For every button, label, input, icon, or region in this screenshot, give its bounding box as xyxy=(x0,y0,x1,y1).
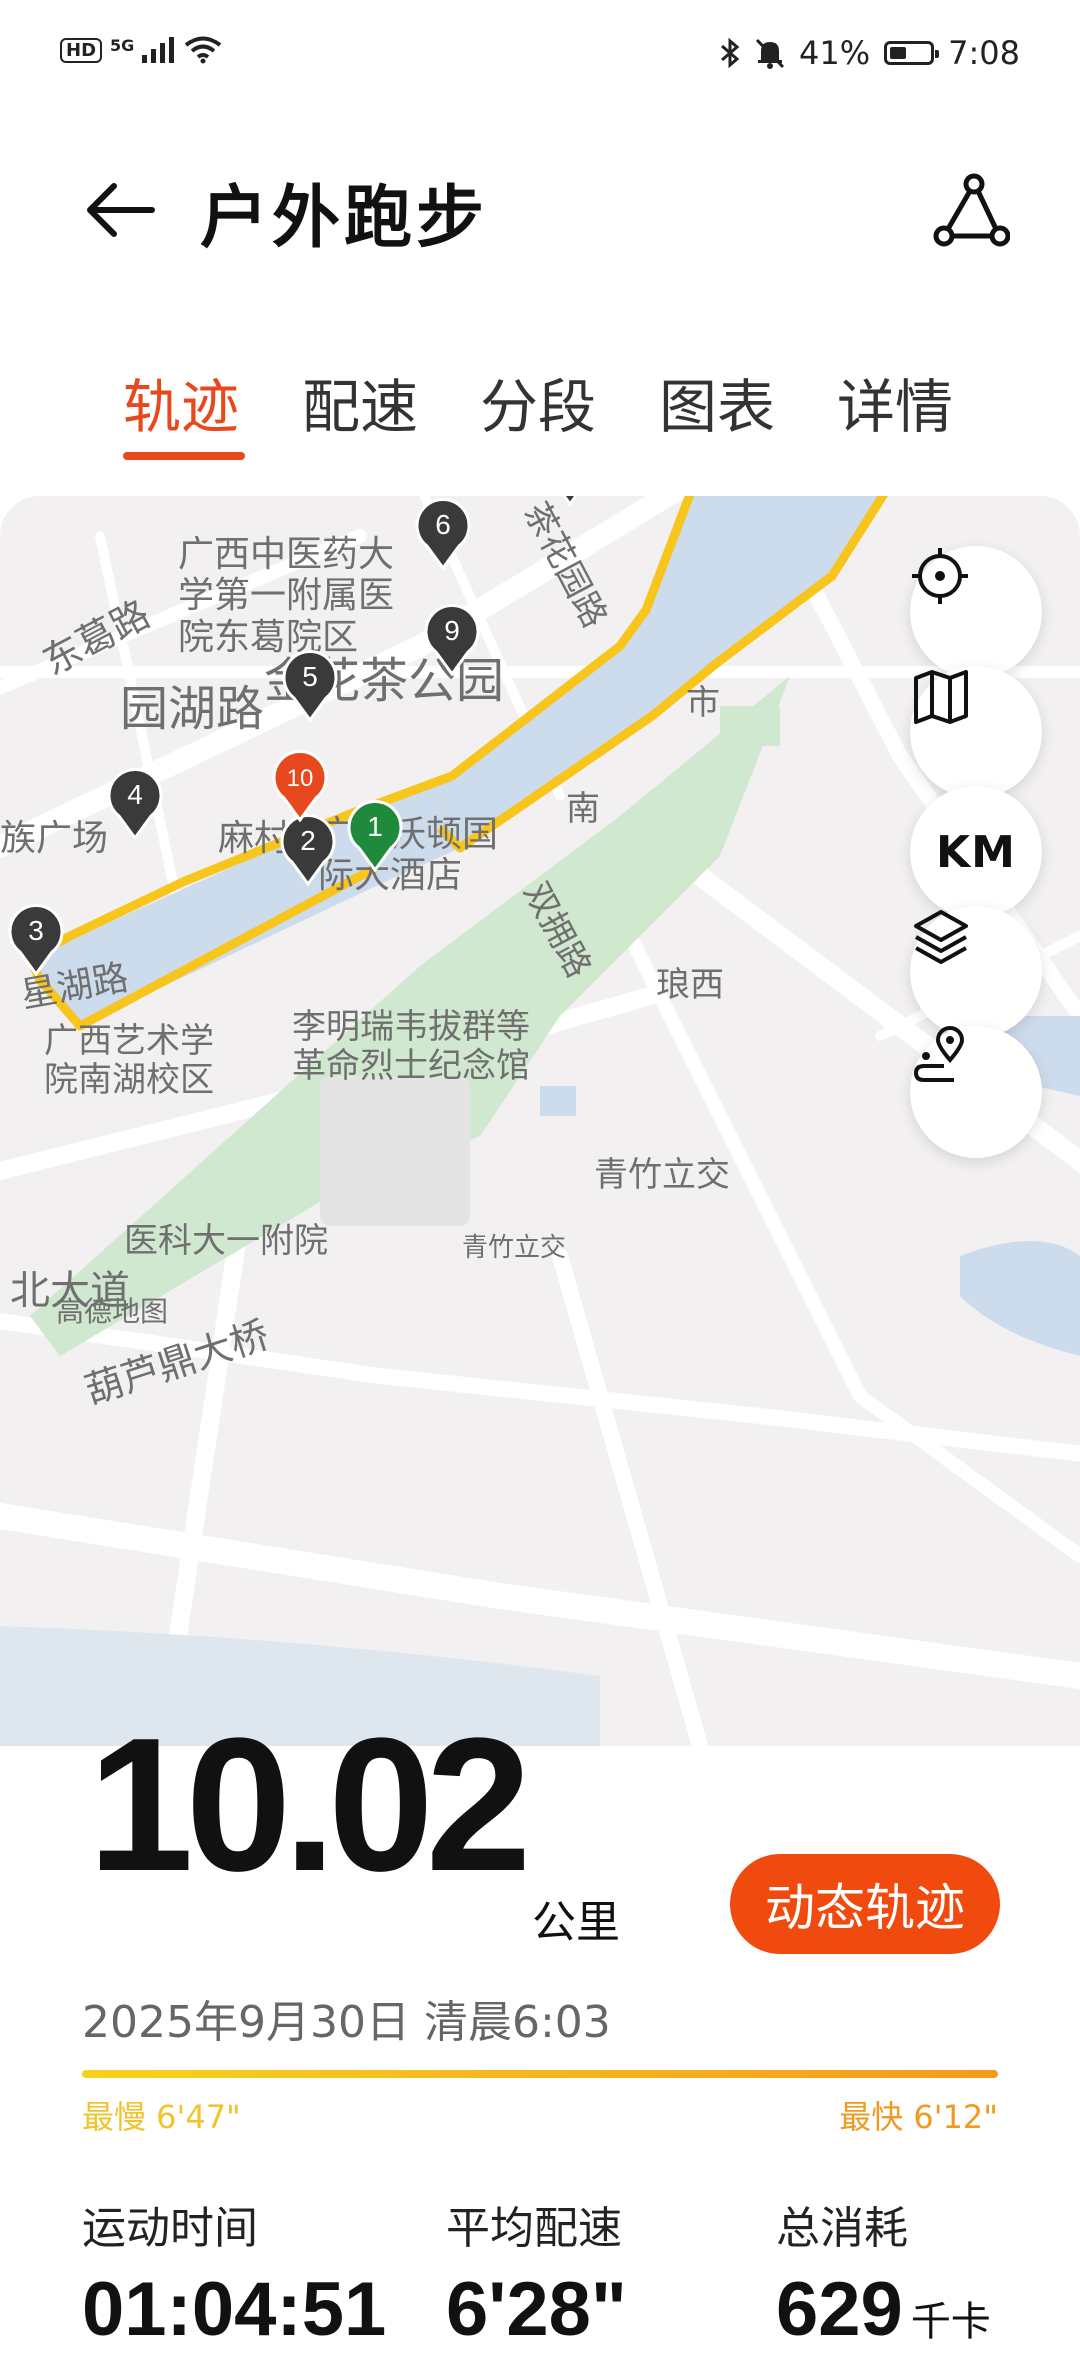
svg-text:9: 9 xyxy=(444,615,460,646)
svg-text:1: 1 xyxy=(367,811,383,842)
km-marker-3[interactable]: 3 xyxy=(6,902,66,976)
active-tab-indicator xyxy=(123,452,245,460)
run-date: 2025年9月30日 清晨6:03 xyxy=(82,1997,611,2048)
stat-value-calories: 629 千卡 xyxy=(776,2266,991,2353)
tab-segments[interactable]: 分段 xyxy=(480,360,596,444)
stat-calories-number: 629 xyxy=(776,2267,903,2352)
km-marker-2[interactable]: 2 xyxy=(278,812,338,886)
layers-button[interactable] xyxy=(910,906,1042,1038)
map-label-memorial: 李明瑞韦拔群等 革命烈士纪念馆 xyxy=(292,1007,530,1087)
park-patch xyxy=(720,706,780,746)
stat-label-pace: 平均配速 xyxy=(446,2203,622,2254)
km-marker-6[interactable]: 6 xyxy=(413,496,473,570)
map-label-shi: 市 xyxy=(686,683,720,723)
km-marker-4[interactable]: 4 xyxy=(105,766,165,840)
tab-bar: 轨迹 配速 分段 图表 详情 xyxy=(0,360,1080,470)
map-label-langxi: 琅西 xyxy=(656,965,724,1005)
map-label-qingzhu-2: 青竹立交 xyxy=(462,1233,567,1263)
distance-value: 10.02 xyxy=(88,1699,531,1911)
tab-track[interactable]: 轨迹 xyxy=(123,360,239,444)
svg-text:5: 5 xyxy=(302,661,318,692)
route-point-button[interactable] xyxy=(910,1026,1042,1158)
signal-icon xyxy=(142,37,175,63)
map-label-qingzhu-1: 青竹立交 xyxy=(594,1155,730,1195)
back-arrow-icon[interactable] xyxy=(80,170,160,250)
stat-value-duration: 01:04:51 xyxy=(82,2266,386,2353)
dynamic-track-button[interactable]: 动态轨迹 xyxy=(730,1854,1000,1954)
layers-icon xyxy=(914,910,968,964)
km-marker-1[interactable]: 1 xyxy=(345,798,405,872)
route-map[interactable]: 广西中医药大 学第一附属医 院东葛院区 东葛路 园湖路 金花茶公园 茶花园路 族… xyxy=(0,496,1080,1746)
bluetooth-icon xyxy=(721,37,740,69)
route-pin-icon xyxy=(913,1026,965,1082)
map-label-art-college: 广西艺术学 院南湖校区 xyxy=(44,1021,214,1101)
km-marker-10[interactable]: 10 xyxy=(270,748,330,822)
clock: 7:08 xyxy=(948,34,1020,72)
stat-pace-number: 6'28" xyxy=(446,2267,627,2352)
app-header: 户外跑步 xyxy=(0,140,1080,280)
status-left: HD 5G xyxy=(60,36,222,64)
battery-level xyxy=(890,47,906,59)
km-marker-8[interactable]: 8 xyxy=(540,496,600,506)
distance-unit: 公里 xyxy=(532,1897,620,1948)
svg-text:6: 6 xyxy=(435,509,451,540)
stat-value-pace: 6'28" xyxy=(446,2266,627,2353)
map-label-hospital-med: 医科大一附院 xyxy=(124,1221,328,1261)
km-marker-9[interactable]: 9 xyxy=(422,602,482,676)
hd-badge: HD xyxy=(60,37,103,63)
svg-text:3: 3 xyxy=(28,915,44,946)
stat-calories-unit: 千卡 xyxy=(910,2300,991,2344)
summary-panel: 10.02 公里 动态轨迹 2025年9月30日 清晨6:03 最慢 6'47"… xyxy=(0,1699,1080,2352)
locate-button[interactable] xyxy=(910,546,1042,678)
stat-duration-number: 01:04:51 xyxy=(82,2267,387,2352)
map-label-minzu: 族广场 xyxy=(0,818,109,859)
tab-pace[interactable]: 配速 xyxy=(302,360,418,444)
fastest-pace: 最快 6'12" xyxy=(839,2098,998,2136)
stat-label-calories: 总消耗 xyxy=(776,2203,908,2254)
map-type-button[interactable] xyxy=(910,666,1042,798)
svg-text:10: 10 xyxy=(287,765,314,792)
status-right: 41% 7:08 xyxy=(719,34,1020,72)
page-title: 户外跑步 xyxy=(200,179,489,258)
km-toggle-button[interactable]: KM xyxy=(910,786,1042,918)
map-icon xyxy=(914,670,968,724)
status-bar: HD 5G 41% 7:08 xyxy=(0,0,1080,110)
building-block xyxy=(320,1076,470,1226)
slowest-pace: 最慢 6'47" xyxy=(82,2098,241,2136)
wifi-icon xyxy=(185,36,222,64)
map-label-yuanhulu: 园湖路 xyxy=(120,681,265,737)
map-label-hospital-tcm: 广西中医药大 学第一附属医 院东葛院区 xyxy=(178,534,395,658)
tab-charts[interactable]: 图表 xyxy=(659,360,775,444)
svg-text:4: 4 xyxy=(127,779,143,810)
map-label-nan: 南 xyxy=(566,789,600,829)
network-type: 5G xyxy=(110,35,135,55)
pace-gradient-bar xyxy=(82,2070,998,2078)
bell-muted-icon xyxy=(755,38,785,69)
km-label: KM xyxy=(936,826,1016,878)
water-area-2 xyxy=(960,1241,1080,1356)
battery-icon xyxy=(884,41,940,65)
km-marker-5[interactable]: 5 xyxy=(280,648,340,722)
battery-percent: 41% xyxy=(799,34,871,72)
amap-logo: 高德地图 xyxy=(56,1295,169,1328)
route-share-icon[interactable] xyxy=(930,170,1010,250)
locate-icon xyxy=(912,548,968,604)
svg-text:2: 2 xyxy=(300,825,316,856)
pond xyxy=(540,1086,576,1116)
stat-label-duration: 运动时间 xyxy=(82,2203,258,2254)
tab-details[interactable]: 详情 xyxy=(837,360,953,444)
